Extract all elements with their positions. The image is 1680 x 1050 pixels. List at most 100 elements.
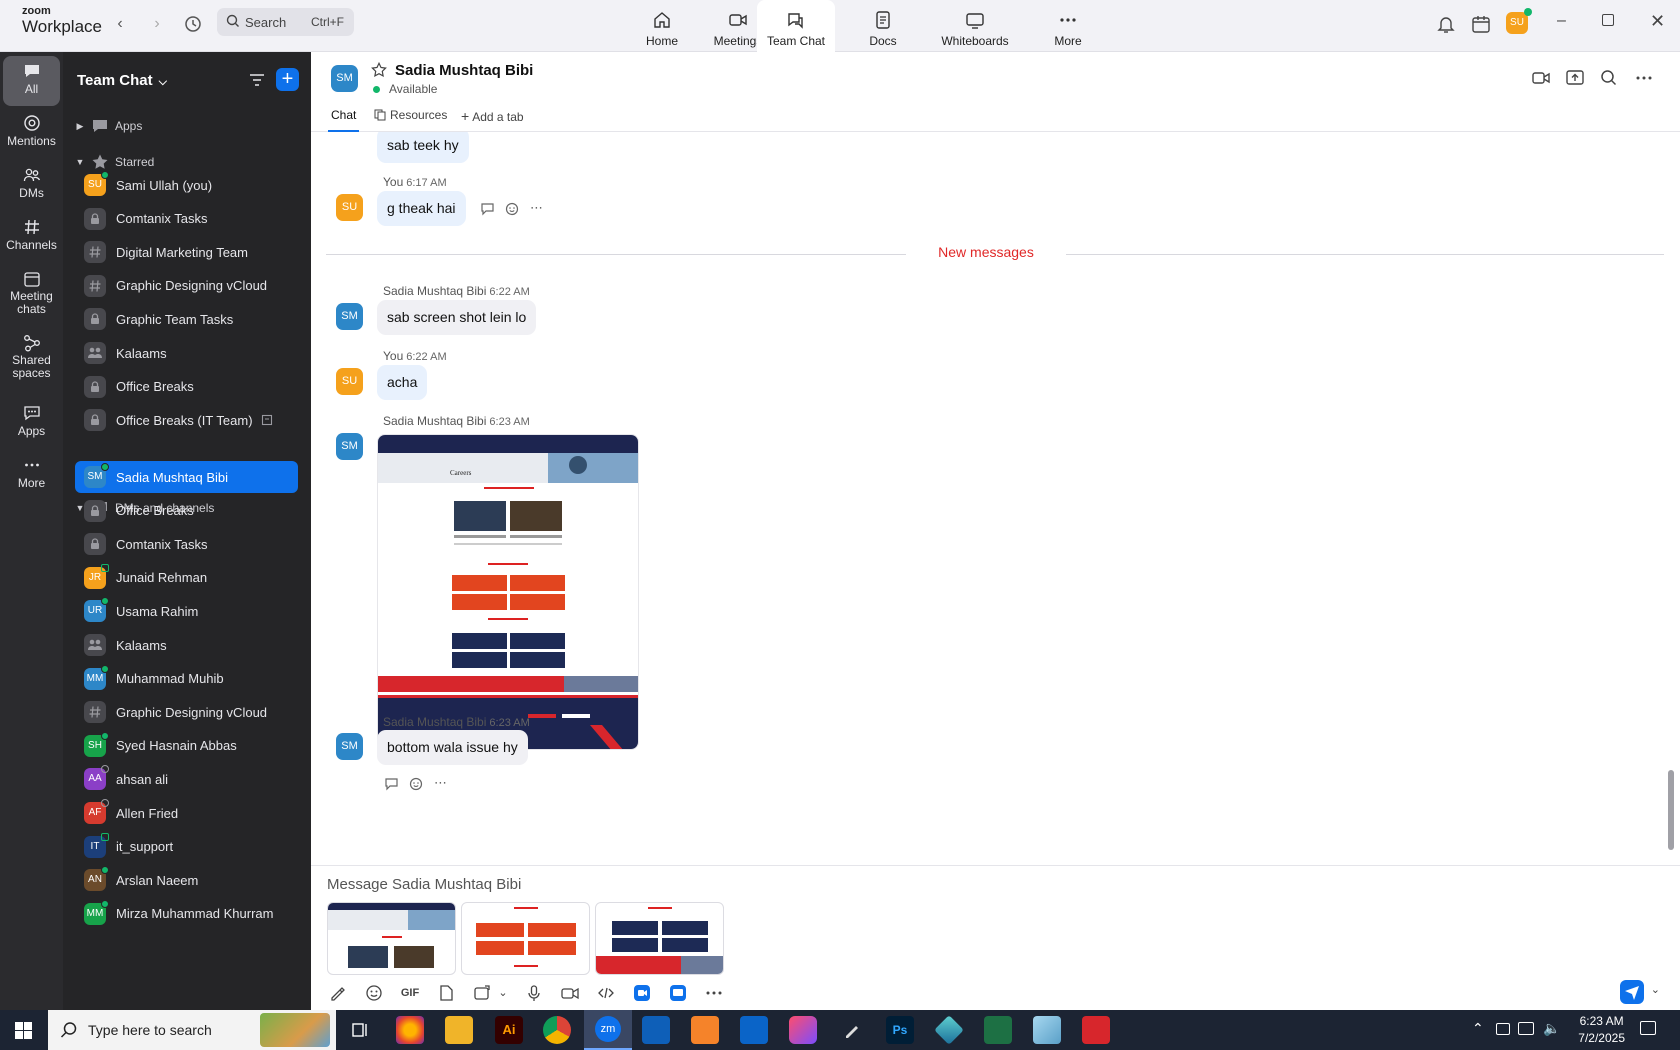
- firefox-icon[interactable]: [396, 1016, 424, 1044]
- emoji-icon[interactable]: [409, 776, 424, 791]
- search-bar[interactable]: Search Ctrl+F: [217, 8, 354, 36]
- rail-meeting-chats[interactable]: Meeting chats: [3, 264, 60, 322]
- chrome-icon[interactable]: [543, 1016, 571, 1044]
- rail-mentions[interactable]: Mentions: [3, 108, 60, 158]
- tab-home[interactable]: Home: [620, 0, 704, 52]
- rail-all[interactable]: All: [3, 56, 60, 106]
- tray-chevron-icon[interactable]: ⌃: [1472, 1020, 1484, 1037]
- close-button[interactable]: ✕: [1650, 11, 1665, 32]
- sidebar-item[interactable]: Graphic Designing vCloud: [75, 696, 298, 728]
- emoji-icon[interactable]: [363, 982, 385, 1004]
- filezilla-icon[interactable]: [1082, 1016, 1110, 1044]
- sidebar-item[interactable]: SU Sami Ullah (you): [75, 169, 298, 201]
- screenshot-icon[interactable]: [471, 982, 493, 1004]
- avatar[interactable]: SU: [336, 194, 363, 221]
- calendar-icon[interactable]: [1470, 13, 1492, 35]
- more-icon[interactable]: ⋯: [530, 200, 543, 216]
- message-bubble[interactable]: acha: [377, 365, 428, 400]
- chevron-down-icon[interactable]: ⌄: [497, 982, 509, 1004]
- windows-start-icon[interactable]: [15, 1022, 32, 1039]
- xampp-icon[interactable]: [691, 1016, 719, 1044]
- tab-more[interactable]: More: [1028, 0, 1108, 52]
- sidebar-item[interactable]: SM Sadia Mushtaq Bibi: [75, 461, 298, 493]
- history-button[interactable]: [181, 12, 205, 36]
- avatar[interactable]: SM: [336, 733, 363, 760]
- sidebar-item[interactable]: MM Mirza Muhammad Khurram: [75, 898, 298, 930]
- gif-button[interactable]: GIF: [399, 982, 421, 1004]
- code-icon[interactable]: [595, 982, 617, 1004]
- attachment-thumbnail[interactable]: [461, 902, 590, 975]
- sidebar-item[interactable]: Kalaams: [75, 629, 298, 661]
- illustrator-icon[interactable]: Ai: [495, 1016, 523, 1044]
- sidebar-item[interactable]: Comtanix Tasks: [75, 528, 298, 560]
- zoom-taskbar-button[interactable]: zm: [584, 1010, 632, 1050]
- more-icon[interactable]: ⋯: [434, 775, 447, 791]
- photoshop-icon[interactable]: Ps: [886, 1016, 914, 1044]
- whiteboard-app-icon[interactable]: [667, 982, 689, 1004]
- section-apps[interactable]: ▶ Apps: [73, 114, 143, 138]
- rail-apps[interactable]: Apps: [3, 398, 60, 448]
- system-clock[interactable]: 6:23 AM 7/2/2025: [1578, 1013, 1625, 1047]
- scrollbar[interactable]: [1668, 770, 1674, 850]
- video-call-icon[interactable]: [1531, 68, 1551, 88]
- minimize-button[interactable]: –: [1557, 12, 1566, 30]
- forward-button[interactable]: ›: [145, 12, 169, 36]
- add-tab-button[interactable]: + Add a tab: [461, 102, 524, 132]
- rail-more[interactable]: More: [3, 450, 60, 500]
- rail-shared-spaces[interactable]: Shared spaces: [3, 328, 60, 386]
- search-icon[interactable]: [1599, 68, 1619, 88]
- zoom-app-icon[interactable]: [631, 982, 653, 1004]
- volume-icon[interactable]: 🔈: [1543, 1020, 1560, 1037]
- vscode-icon[interactable]: [642, 1016, 670, 1044]
- notifications-icon[interactable]: [1640, 1021, 1656, 1035]
- send-button[interactable]: [1620, 980, 1644, 1004]
- creative-cloud-icon[interactable]: [789, 1016, 817, 1044]
- reply-icon[interactable]: [384, 776, 399, 791]
- sidebar-item[interactable]: AA ahsan ali: [75, 763, 298, 795]
- sidebar-item[interactable]: Digital Marketing Team: [75, 236, 298, 268]
- file-explorer-icon[interactable]: [445, 1016, 473, 1044]
- message-list[interactable]: sab teek hy You 6:17 AM SU g theak hai ⋯ …: [311, 132, 1680, 865]
- tray-device-icon[interactable]: [1496, 1023, 1510, 1035]
- network-icon[interactable]: [1518, 1022, 1534, 1035]
- sidebar-item[interactable]: UR Usama Rahim: [75, 595, 298, 627]
- sidebar-item[interactable]: Comtanix Tasks: [75, 203, 298, 235]
- app-diamond-icon[interactable]: [934, 1015, 964, 1045]
- sidebar-item[interactable]: Graphic Designing vCloud: [75, 270, 298, 302]
- tab-resources[interactable]: Resources: [374, 102, 447, 132]
- sidebar-item[interactable]: MM Muhammad Muhib: [75, 663, 298, 695]
- emoji-icon[interactable]: [505, 201, 520, 216]
- sidebar-item[interactable]: Office Breaks (IT Team): [75, 404, 298, 436]
- pen-tool-icon[interactable]: [838, 1016, 866, 1044]
- tab-whiteboards[interactable]: Whiteboards: [915, 0, 1035, 52]
- tab-chat[interactable]: Chat: [328, 102, 360, 132]
- back-button[interactable]: ‹: [108, 12, 132, 36]
- notepad-icon[interactable]: [1033, 1016, 1061, 1044]
- file-icon[interactable]: [435, 982, 457, 1004]
- filter-icon[interactable]: [247, 70, 267, 90]
- outlook-icon[interactable]: [740, 1016, 768, 1044]
- sidebar-item[interactable]: JR Junaid Rehman: [75, 562, 298, 594]
- reply-icon[interactable]: [480, 201, 495, 216]
- avatar[interactable]: SM: [336, 433, 363, 460]
- maximize-button[interactable]: [1602, 14, 1614, 26]
- microphone-icon[interactable]: [523, 982, 545, 1004]
- rail-channels[interactable]: Channels: [3, 212, 60, 262]
- message-bubble[interactable]: g theak hai: [377, 191, 466, 226]
- format-icon[interactable]: [327, 982, 349, 1004]
- sidebar-item[interactable]: Office Breaks: [75, 495, 298, 527]
- message-input[interactable]: Message Sadia Mushtaq Bibi: [327, 876, 521, 893]
- avatar[interactable]: SU: [336, 368, 363, 395]
- video-message-icon[interactable]: [559, 982, 581, 1004]
- message-bubble[interactable]: sab teek hy: [377, 132, 469, 163]
- sidebar-item[interactable]: AF Allen Fried: [75, 797, 298, 829]
- attachment-thumbnail[interactable]: [595, 902, 724, 975]
- sidebar-item[interactable]: Kalaams: [75, 337, 298, 369]
- sidebar-title[interactable]: Team Chat ⌵: [77, 72, 167, 89]
- message-bubble[interactable]: bottom wala issue hy: [377, 730, 528, 765]
- bell-icon[interactable]: [1435, 13, 1457, 35]
- user-avatar[interactable]: SU: [1506, 12, 1528, 34]
- share-screen-icon[interactable]: [1565, 68, 1585, 88]
- more-icon[interactable]: [703, 982, 725, 1004]
- new-chat-button[interactable]: +: [276, 68, 299, 91]
